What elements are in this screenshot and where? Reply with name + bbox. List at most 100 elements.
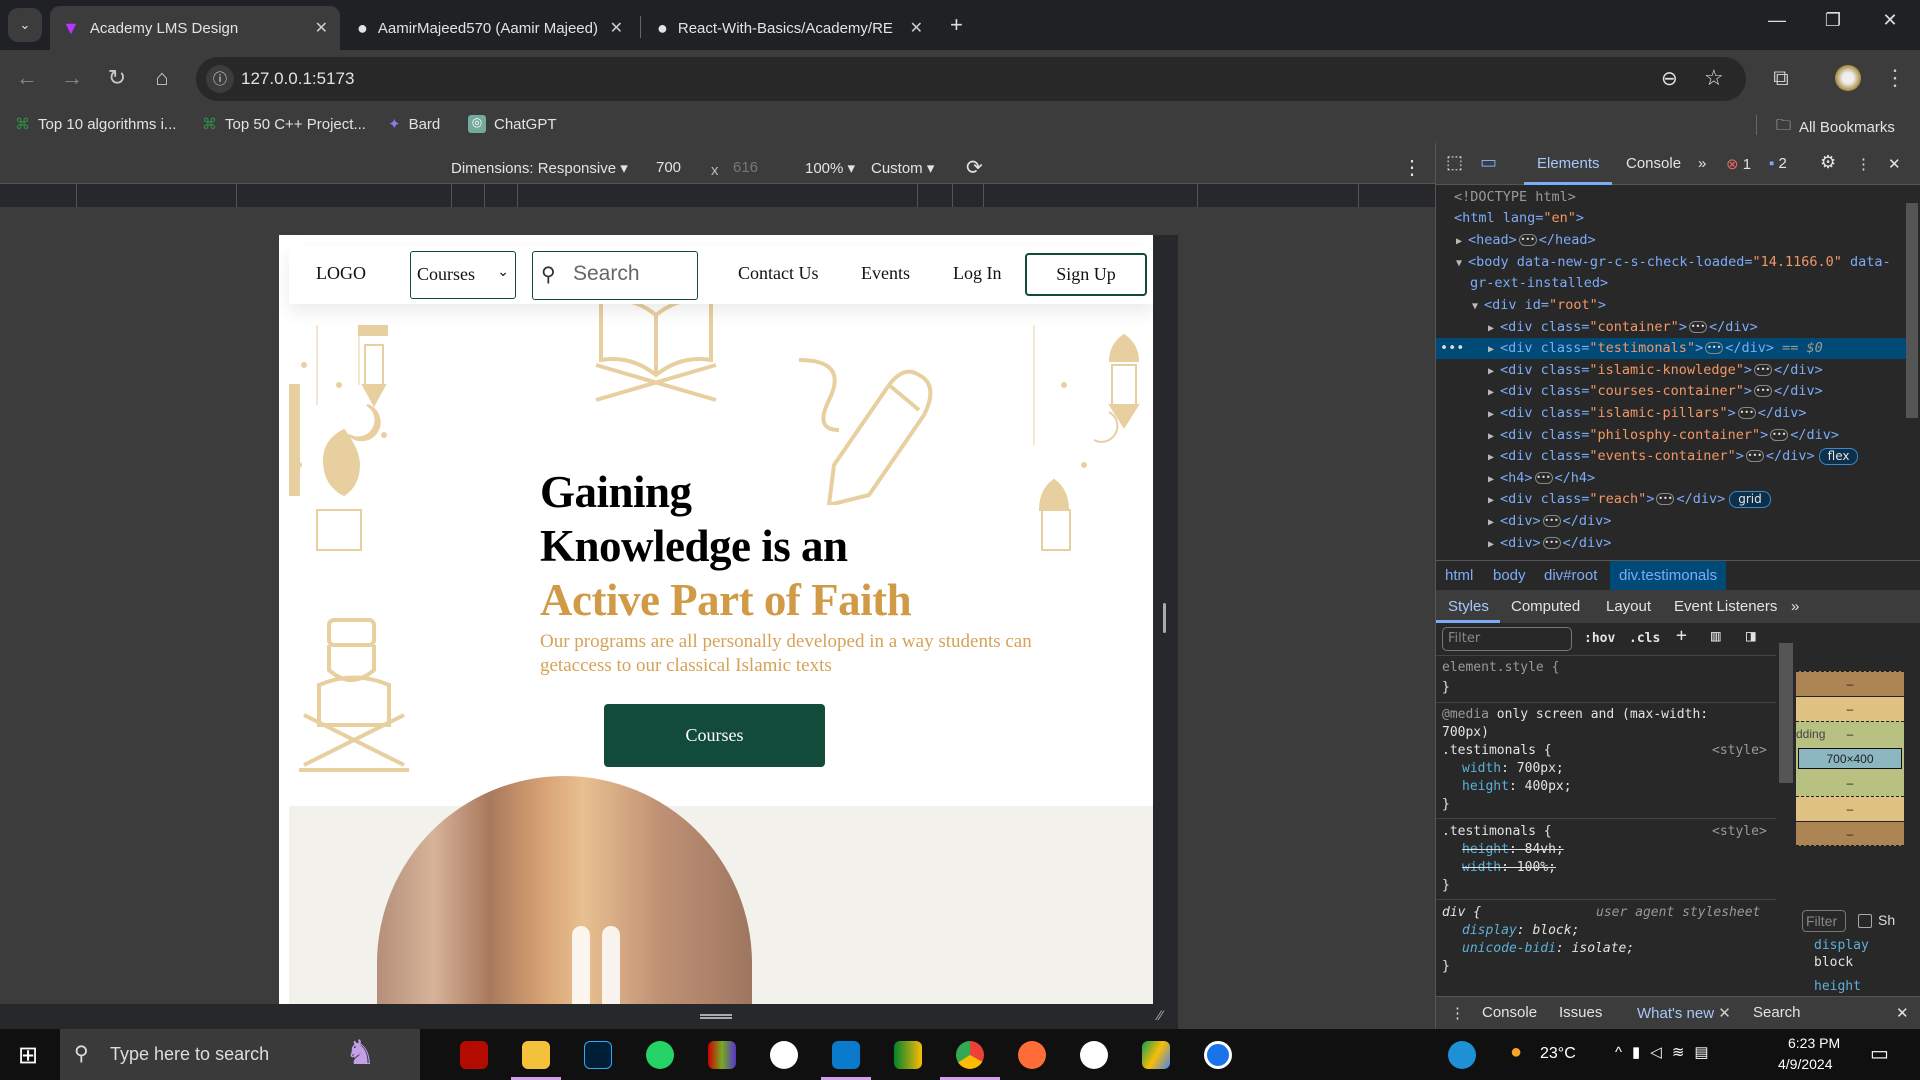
tree-row-container[interactable]: ▶ <div class="container"> ••• </div>	[1436, 317, 1906, 338]
more-tabs-icon[interactable]: »	[1698, 155, 1706, 172]
tree-row-div[interactable]: ▶ <div> ••• </div>	[1436, 533, 1906, 554]
device-more-icon[interactable]: ⋮	[1402, 155, 1422, 180]
close-drawer-icon[interactable]: ✕	[1896, 1004, 1909, 1022]
all-bookmarks-button[interactable]: 🗀 All Bookmarks	[1776, 115, 1895, 140]
file-explorer-icon[interactable]	[522, 1041, 550, 1069]
whatsapp-icon[interactable]	[646, 1041, 674, 1069]
expand-triangle-icon[interactable]: ▶	[1456, 231, 1468, 252]
toggle-sidebar-icon[interactable]: ◨	[1746, 627, 1756, 645]
tree-row-doctype[interactable]: <!DOCTYPE html>	[1436, 187, 1906, 208]
tree-row-h4[interactable]: ▶ <h4> ••• </h4>	[1436, 468, 1906, 489]
new-rule-icon[interactable]: +	[1676, 627, 1687, 645]
back-icon[interactable]: ←	[12, 65, 42, 91]
show-all-checkbox[interactable]	[1858, 914, 1872, 928]
messages-icon[interactable]	[1204, 1041, 1232, 1069]
mongodb-compass-icon[interactable]	[770, 1041, 798, 1069]
crumb-root[interactable]: div#root	[1544, 567, 1597, 584]
tree-row-islamic-knowledge[interactable]: ▶ <div class="islamic-knowledge"> ••• </div…	[1436, 360, 1906, 381]
avatar[interactable]	[1835, 65, 1861, 91]
drawer-tab-search[interactable]: Search	[1753, 1004, 1801, 1021]
tree-row-head[interactable]: ▶ <head> ••• </head>	[1436, 230, 1906, 251]
tab-elements[interactable]: Elements	[1537, 155, 1600, 172]
clock-time[interactable]: 6:23 PM	[1788, 1035, 1840, 1051]
url-text[interactable]: 127.0.0.1:5173	[241, 69, 354, 89]
tree-row-events-container[interactable]: ▶ <div class="events-container"> ••• </div>…	[1436, 446, 1906, 467]
close-icon[interactable]: ✕	[1718, 1005, 1731, 1022]
zoom-icon[interactable]: ⊖	[1661, 66, 1678, 91]
tree-row-div[interactable]: ▶ <div> ••• </div>	[1436, 511, 1906, 532]
styles-scrollbar[interactable]	[1779, 643, 1793, 783]
google-meet-icon[interactable]	[894, 1041, 922, 1069]
acrobat-icon[interactable]	[460, 1041, 488, 1069]
nav-events[interactable]: Events	[861, 263, 910, 284]
tab-academy-lms[interactable]: ▼ Academy LMS Design ✕	[50, 6, 340, 50]
height-input[interactable]: 616	[733, 159, 758, 176]
close-window-button[interactable]: ✕	[1875, 10, 1905, 31]
tree-row-html[interactable]: <html lang="en">	[1436, 208, 1906, 229]
search-input[interactable]: ⚲ Search	[532, 251, 698, 300]
chrome-menu-icon[interactable]: ⋮	[1880, 65, 1910, 91]
message-count[interactable]: ▪ 2	[1769, 155, 1787, 172]
tab-computed[interactable]: Computed	[1511, 598, 1580, 615]
address-bar[interactable]: ⓘ 127.0.0.1:5173 ⊖ ☆	[196, 57, 1746, 101]
logo[interactable]: LOGO	[316, 263, 366, 284]
tree-row-reach[interactable]: ▶ <div class="reach"> ••• </div> grid	[1436, 489, 1906, 510]
notifications-icon[interactable]: ▭	[1870, 1041, 1889, 1066]
tab-search-button[interactable]: ⌄	[8, 8, 42, 42]
tab-github-repo[interactable]: ● React-With-Basics/Academy/RE ✕	[645, 6, 935, 50]
devtools-menu-icon[interactable]: ⋮	[1856, 155, 1871, 173]
nav-contact-us[interactable]: Contact Us	[738, 263, 819, 284]
style-source-link[interactable]: <style>	[1712, 742, 1767, 760]
vscode-icon[interactable]	[832, 1041, 860, 1069]
cls-toggle[interactable]: .cls	[1629, 630, 1660, 648]
home-icon[interactable]: ⌂	[147, 65, 177, 91]
crumb-html[interactable]: html	[1445, 567, 1473, 584]
bookmark-star-icon[interactable]: ☆	[1704, 65, 1724, 91]
windows-start-icon[interactable]: ⊞	[18, 1041, 38, 1070]
crumb-testimonals[interactable]: div.testimonals	[1610, 561, 1727, 590]
close-tab-icon[interactable]: ✕	[610, 18, 623, 38]
tree-scrollbar[interactable]	[1906, 203, 1918, 418]
taskbar-search-box[interactable]: ⚲ Type here to search ♞	[60, 1029, 420, 1080]
close-tab-icon[interactable]: ✕	[910, 18, 923, 38]
style-source-link[interactable]: <style>	[1712, 823, 1767, 841]
settings-gear-icon[interactable]: ⚙	[1820, 152, 1836, 173]
tab-styles[interactable]: Styles	[1448, 598, 1489, 615]
postman-icon[interactable]	[1018, 1041, 1046, 1069]
tab-layout[interactable]: Layout	[1606, 598, 1651, 615]
bookmark-chatgpt[interactable]: ◎ ChatGPT	[468, 115, 557, 133]
drawer-tab-console[interactable]: Console	[1482, 1004, 1537, 1021]
grid-badge[interactable]: grid	[1729, 491, 1771, 508]
close-devtools-icon[interactable]: ✕	[1888, 155, 1901, 173]
tab-event-listeners[interactable]: Event Listeners	[1674, 598, 1777, 615]
drawer-tab-issues[interactable]: Issues	[1559, 1004, 1602, 1021]
tray-icons[interactable]: ^▮◁≋▤	[1615, 1043, 1719, 1061]
site-info-icon[interactable]: ⓘ	[206, 65, 234, 93]
weather-icon[interactable]: ●	[1510, 1041, 1522, 1064]
hov-toggle[interactable]: :hov	[1584, 630, 1615, 648]
weather-temp[interactable]: 23°C	[1540, 1045, 1576, 1063]
throttle-dropdown[interactable]: Custom ▾	[871, 159, 934, 177]
error-count[interactable]: ⊗ 1	[1726, 155, 1751, 173]
paint-brush-icon[interactable]: ▥	[1711, 627, 1721, 645]
collapse-triangle-icon[interactable]: ▼	[1472, 296, 1484, 317]
bookmark-top-10-algorithms[interactable]: ⌘ Top 10 algorithms i...	[15, 115, 176, 134]
inspect-element-icon[interactable]: ⬚	[1446, 152, 1463, 173]
sign-up-button[interactable]: Sign Up	[1025, 253, 1147, 296]
help-icon[interactable]	[1448, 1041, 1476, 1069]
extensions-icon[interactable]: ⧉	[1766, 65, 1796, 91]
reload-icon[interactable]: ↻	[102, 65, 132, 91]
minimize-button[interactable]: —	[1762, 10, 1792, 31]
media-query-ruler[interactable]	[0, 184, 1435, 207]
nav-log-in[interactable]: Log In	[953, 263, 1002, 284]
tree-row-root[interactable]: ▼ <div id="root">	[1436, 295, 1906, 316]
courses-select[interactable]: Courses ⌄	[410, 251, 516, 299]
clock-date[interactable]: 4/9/2024	[1778, 1056, 1833, 1072]
chrome-icon[interactable]	[956, 1041, 984, 1069]
bookmark-bard[interactable]: ✦ Bard	[388, 115, 440, 134]
courses-button[interactable]: Courses	[604, 704, 825, 767]
google-drive-icon[interactable]	[1142, 1041, 1170, 1069]
forward-icon[interactable]: →	[57, 65, 87, 91]
tree-row-courses-container[interactable]: ▶ <div class="courses-container"> ••• </div…	[1436, 381, 1906, 402]
bookmark-top-50-cpp[interactable]: ⌘ Top 50 C++ Project...	[202, 115, 366, 134]
